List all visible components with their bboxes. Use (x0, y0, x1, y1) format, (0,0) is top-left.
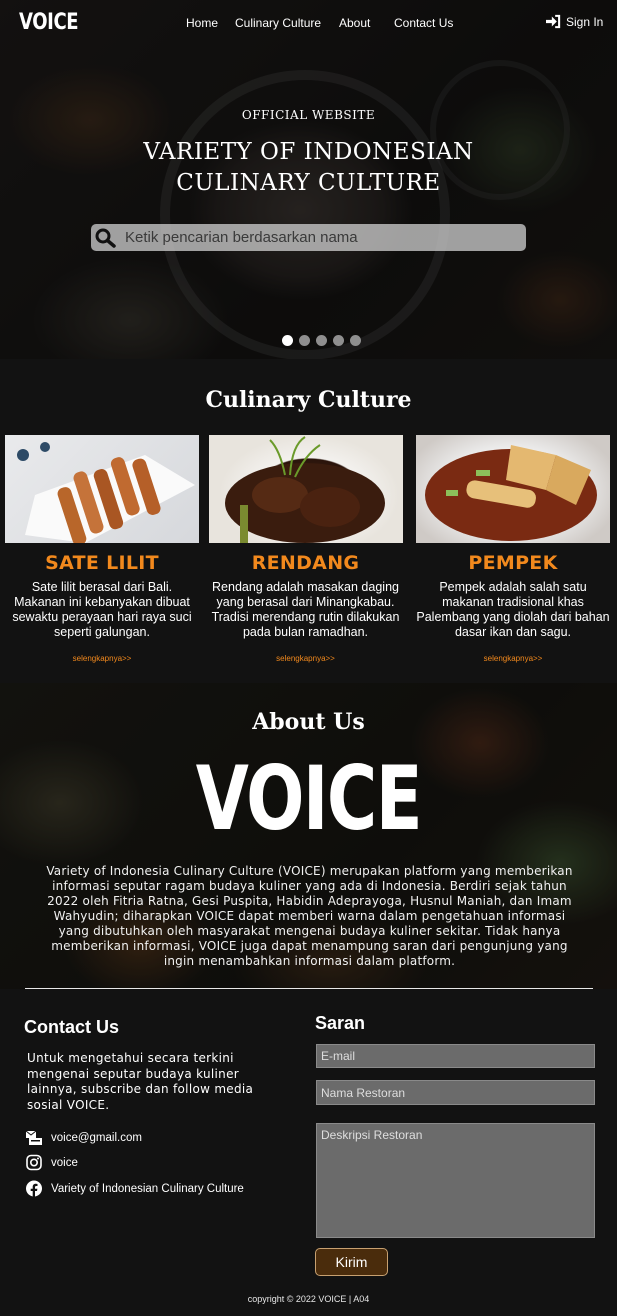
top-navbar: VOICE Home Culinary Culture About Contac… (0, 0, 617, 46)
read-more-link[interactable]: selengkapnya>> (416, 654, 610, 663)
facebook-icon (26, 1180, 42, 1197)
culinary-card-sate-lilit: SATE LILIT Sate lilit berasal dari Bali.… (5, 435, 199, 663)
culinary-card-pempek: PEMPEK Pempek adalah salah satu makanan … (416, 435, 610, 663)
hero-section: VOICE Home Culinary Culture About Contac… (0, 0, 617, 359)
card-title: PEMPEK (468, 552, 558, 574)
culinary-section: Culinary Culture SATE LILIT Sate lilit b… (0, 359, 617, 683)
card-description: Rendang adalah masakan daging yang beras… (211, 580, 400, 639)
sign-in-label: Sign In (566, 14, 604, 29)
about-logo: VOICE (195, 747, 423, 850)
carousel-dot-4[interactable] (333, 335, 344, 346)
carousel-dot-2[interactable] (299, 335, 310, 346)
card-title: RENDANG (251, 552, 360, 574)
nav-contact-us[interactable]: Contact Us (394, 16, 453, 30)
culinary-title: Culinary Culture (205, 387, 412, 413)
about-title: About Us (252, 709, 365, 735)
instagram-icon (26, 1154, 42, 1171)
sign-in-button[interactable]: Sign In (545, 14, 603, 29)
contact-facebook-text: Variety of Indonesian Culinary Culture (51, 1182, 244, 1195)
saran-title: Saran (315, 1013, 366, 1033)
rendang-image (209, 435, 403, 543)
about-description: Variety of Indonesia Culinary Culture (V… (46, 864, 573, 968)
culinary-card-rendang: RENDANG Rendang adalah masakan daging ya… (209, 435, 403, 663)
contact-title: Contact Us (24, 1017, 120, 1037)
contact-email-text: voice@gmail.com (51, 1131, 142, 1144)
read-more-link[interactable]: selengkapnya>> (209, 654, 402, 663)
card-description: Sate lilit berasal dari Bali. Makanan in… (12, 580, 192, 639)
hero-subtitle: OFFICIAL WEBSITE (241, 108, 376, 122)
search-input[interactable] (125, 229, 505, 246)
search-bar[interactable] (91, 224, 526, 251)
nav-home[interactable]: Home (186, 16, 218, 30)
carousel-indicators (282, 335, 361, 346)
submit-button[interactable]: Kirim (315, 1248, 388, 1276)
section-divider (25, 988, 593, 989)
contact-instagram[interactable]: voice (25, 1154, 78, 1171)
sign-in-icon (546, 14, 561, 29)
contact-description: Untuk mengetahui secara terkini mengenai… (27, 1051, 254, 1112)
restaurant-name-field[interactable] (316, 1080, 595, 1105)
contact-instagram-text: voice (51, 1156, 78, 1169)
site-logo[interactable]: VOICE (19, 10, 79, 35)
carousel-dot-5[interactable] (350, 335, 361, 346)
carousel-dot-1[interactable] (282, 335, 293, 346)
nav-culinary-culture[interactable]: Culinary Culture (235, 16, 321, 30)
copyright: copyright © 2022 VOICE | A04 (247, 1294, 370, 1304)
pempek-image (416, 435, 610, 543)
carousel-dot-3[interactable] (316, 335, 327, 346)
search-icon (95, 228, 116, 248)
contact-facebook[interactable]: Variety of Indonesian Culinary Culture (25, 1180, 244, 1197)
nav-about[interactable]: About (339, 16, 370, 30)
read-more-link[interactable]: selengkapnya>> (5, 654, 199, 663)
about-section: About Us VOICE Variety of Indonesia Culi… (0, 683, 617, 989)
card-description: Pempek adalah salah satu makanan tradisi… (416, 580, 610, 639)
email-icon (25, 1130, 42, 1145)
card-title: SATE LILIT (45, 552, 159, 574)
contact-email[interactable]: voice@gmail.com (25, 1129, 142, 1146)
email-field[interactable] (316, 1044, 595, 1068)
hero-title: VARIETY OF INDONESIAN CULINARY CULTURE (143, 139, 474, 196)
sate-lilit-image (5, 435, 199, 543)
restaurant-description-field[interactable] (316, 1123, 595, 1238)
